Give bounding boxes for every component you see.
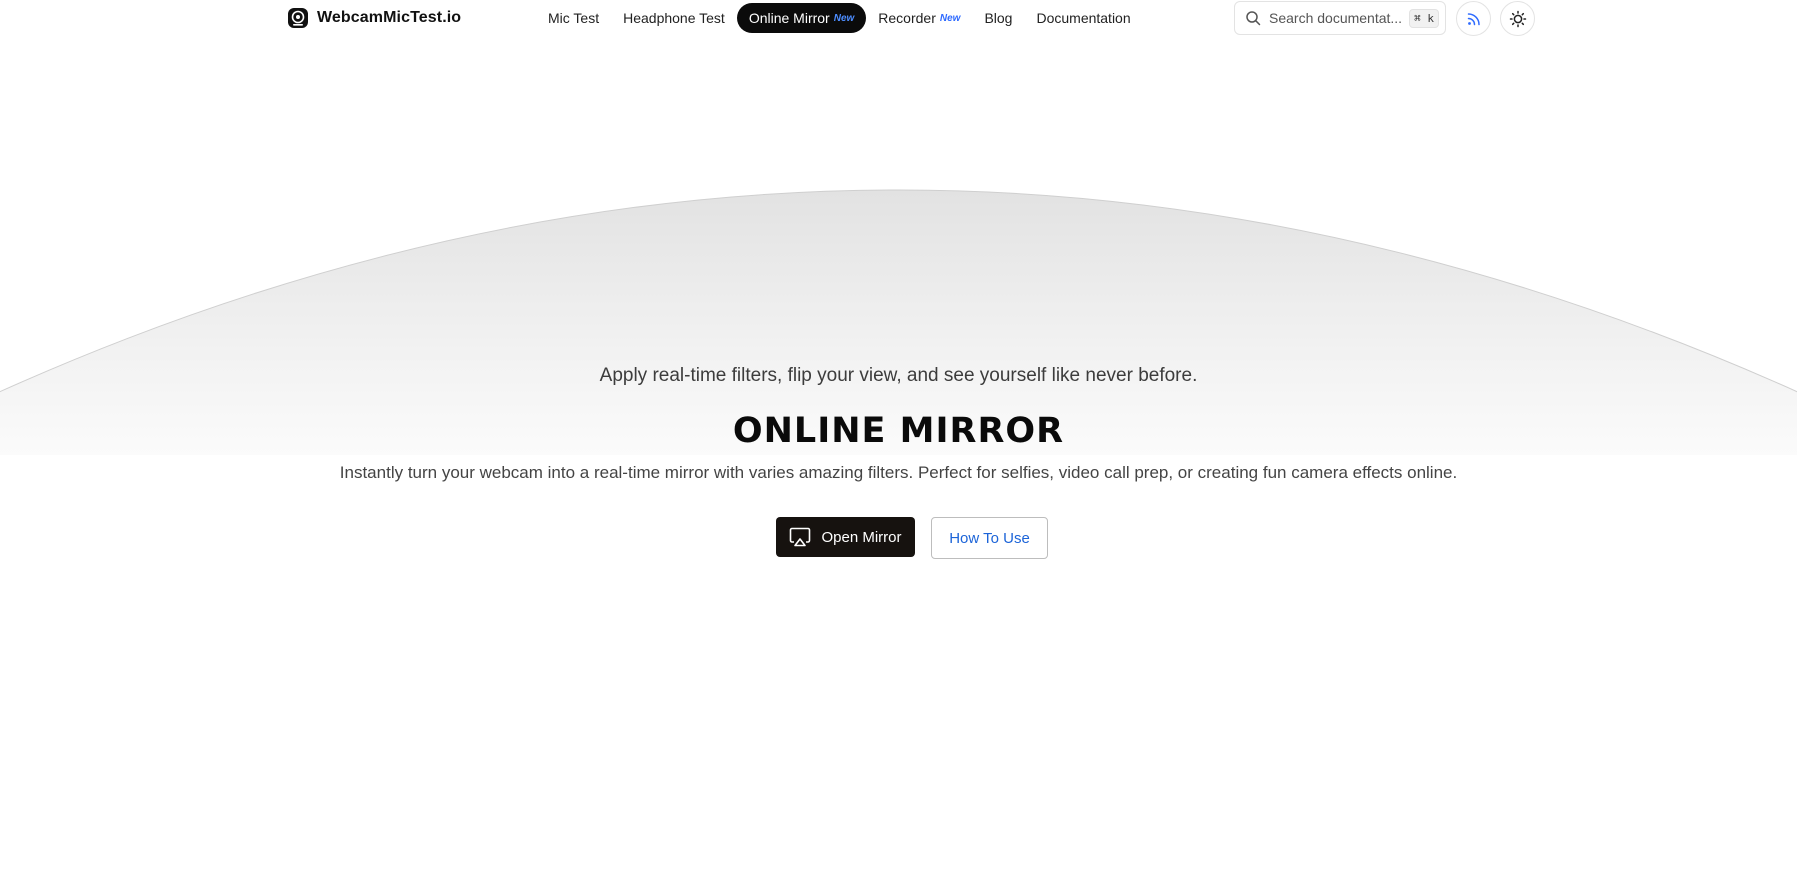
open-mirror-label: Open Mirror — [821, 528, 902, 546]
nav-item-online-mirror[interactable]: Online Mirror New — [736, 3, 867, 33]
hero-description: Instantly turn your webcam into a real-t… — [339, 463, 1458, 482]
sun-icon — [1509, 10, 1526, 27]
nav-item-label: Headphone Test — [623, 10, 725, 26]
nav-item-label: Blog — [984, 10, 1013, 26]
hero-tagline: Apply real-time filters, flip your view,… — [599, 365, 1198, 386]
search-box[interactable]: Search documentat... ⌘ k — [1234, 1, 1446, 35]
nav-item-documentation[interactable]: Documentation — [1024, 3, 1142, 33]
site-header: WebcamMicTest.io Mic Test Headphone Test… — [0, 0, 1797, 36]
nav-item-blog[interactable]: Blog — [972, 3, 1024, 33]
new-badge: New — [939, 12, 961, 24]
theme-toggle-button[interactable] — [1500, 1, 1535, 36]
nav-item-headphone-test[interactable]: Headphone Test — [611, 3, 737, 33]
nav-item-recorder[interactable]: Recorder New — [866, 3, 972, 33]
search-placeholder: Search documentat... — [1269, 10, 1402, 26]
main-nav: Mic Test Headphone Test Online Mirror Ne… — [536, 3, 1143, 33]
nav-item-mic-test[interactable]: Mic Test — [536, 3, 611, 33]
search-icon — [1246, 11, 1261, 26]
airplay-icon — [790, 527, 811, 547]
rss-icon — [1467, 12, 1480, 25]
logo-link[interactable]: WebcamMicTest.io — [287, 6, 461, 30]
new-badge: New — [833, 12, 855, 24]
how-to-use-button[interactable]: How To Use — [931, 517, 1048, 559]
webcam-logo-icon — [288, 8, 308, 28]
nav-item-label: Mic Test — [548, 10, 600, 26]
page: WebcamMicTest.io Mic Test Headphone Test… — [0, 0, 1797, 896]
nav-item-label: Documentation — [1036, 10, 1131, 26]
rss-button[interactable] — [1456, 1, 1491, 36]
open-mirror-button[interactable]: Open Mirror — [776, 517, 915, 557]
nav-item-label: Online Mirror — [748, 10, 830, 26]
logo-text: WebcamMicTest.io — [317, 9, 462, 26]
search-shortcut: ⌘ k — [1409, 8, 1439, 28]
page-title: ONLINE MIRROR — [732, 411, 1065, 451]
nav-item-label: Recorder — [878, 10, 936, 26]
how-to-use-label: How To Use — [949, 529, 1030, 547]
